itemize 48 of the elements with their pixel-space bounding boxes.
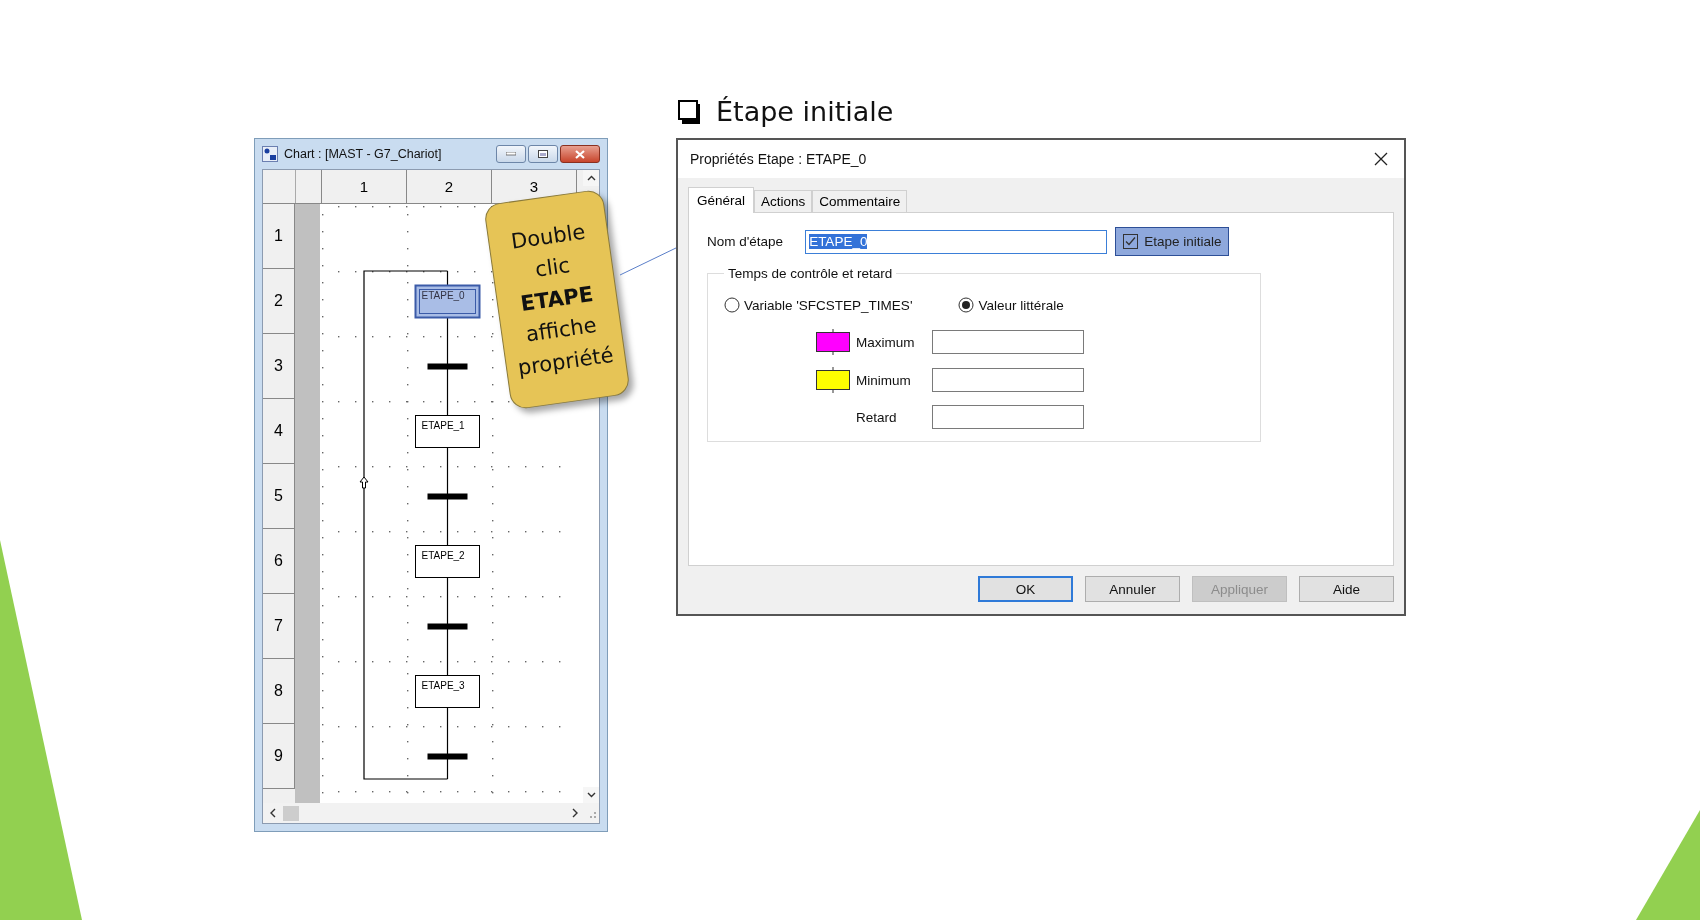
tab[interactable]: Actions [754,190,813,212]
tab[interactable]: Commentaire [812,190,908,212]
maximize-icon [538,150,548,158]
column-header: 2 [407,170,492,203]
checkbox[interactable]: Etape initiale [1115,227,1230,256]
field-label: Minimum [856,372,912,388]
input-field[interactable] [932,368,1084,392]
slide-heading: Étape initiale [716,96,894,127]
note-text: Double clic ETAPE affiche propriété [508,218,616,382]
transition-bar[interactable] [427,363,468,370]
step-box[interactable]: ETAPE_3 [415,675,480,708]
step-box[interactable]: ETAPE_1 [415,415,480,448]
caret-up-icon [586,175,596,181]
caret-right-icon [571,808,579,818]
input-field[interactable]: ETAPE_0 [805,229,1108,254]
field-label: Retard [856,409,898,425]
checkbox-bullet-icon [678,99,702,124]
field-label: Maximum [856,334,916,350]
input-field[interactable] [932,405,1084,429]
transition-bar[interactable] [427,623,468,630]
scroll-up-button[interactable] [583,170,599,186]
step-box[interactable]: ETAPE_0 [414,284,481,319]
up-arrow-icon [359,476,369,489]
window-title: Propriétés Etape : ETAPE_0 [690,151,867,167]
field-label: Nom d'étape [707,234,784,249]
transition-bar[interactable] [427,493,468,500]
dialog-button[interactable]: Aide [1299,576,1394,602]
maximize-button[interactable] [528,145,558,163]
sfc-app-icon [262,146,278,162]
group-title: Temps de contrôle et retard [727,266,894,281]
close-icon [1374,152,1388,166]
scroll-down-button[interactable] [583,787,599,803]
transition-bar[interactable] [427,753,468,760]
radio-button[interactable]: Valeur littérale [958,297,1064,313]
window-title: Chart : [MAST - G7_Chariot] [284,147,443,161]
caret-down-icon [586,792,596,798]
column-header: 1 [322,170,407,203]
tab[interactable]: Général [688,187,755,213]
close-button[interactable] [560,145,600,163]
dialog-button[interactable]: Annuler [1085,576,1180,602]
step-box[interactable]: ETAPE_2 [415,545,480,578]
scrollbar-thumb[interactable] [283,805,299,821]
radio-button[interactable]: Variable 'SFCSTEP_TIMES' [724,297,913,313]
minimize-icon [506,152,516,156]
caret-left-icon [269,808,277,818]
input-field[interactable] [932,330,1084,354]
close-icon [575,149,585,159]
dialog-button[interactable]: OK [978,576,1073,602]
